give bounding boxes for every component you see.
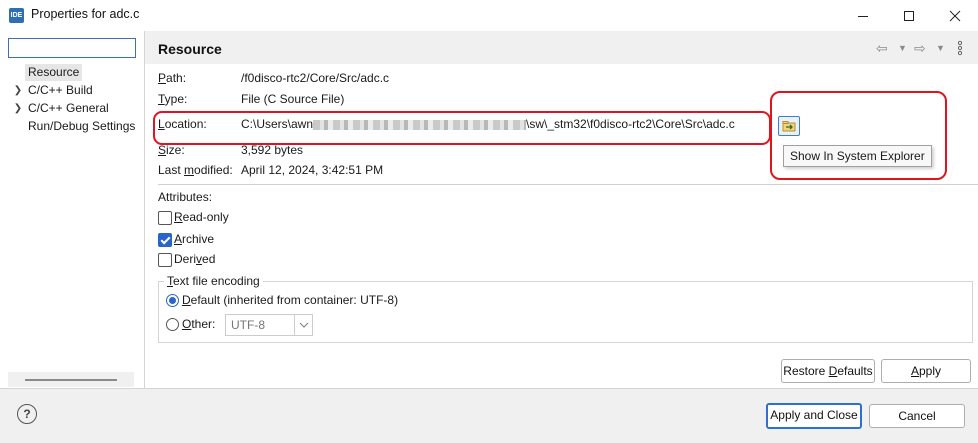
encoding-group-title: Text file encoding xyxy=(164,273,263,289)
derived-label[interactable]: Derived xyxy=(174,251,215,268)
other-encoding-radio[interactable] xyxy=(166,318,179,331)
derived-checkbox[interactable] xyxy=(158,253,172,267)
path-value: /f0disco-rtc2/Core/Src/adc.c xyxy=(241,71,390,85)
close-icon[interactable] xyxy=(932,0,978,31)
category-tree-pane: Resource ❯ C/C++ Build ❯ C/C++ General R… xyxy=(0,31,145,388)
chevron-down-icon[interactable]: ▼ xyxy=(936,40,945,56)
size-label: Size: xyxy=(158,143,185,157)
scrollbar-thumb[interactable] xyxy=(25,379,117,381)
chevron-right-icon[interactable]: ❯ xyxy=(13,100,23,117)
type-value: File (C Source File) xyxy=(241,92,345,106)
minimize-icon[interactable] xyxy=(840,0,886,31)
size-value: 3,592 bytes xyxy=(241,143,304,157)
horizontal-scrollbar[interactable] xyxy=(8,372,134,387)
chevron-right-icon[interactable]: ❯ xyxy=(13,82,23,99)
help-icon[interactable]: ? xyxy=(17,404,37,424)
tree-item-cpp-general[interactable]: C/C++ General xyxy=(28,100,109,117)
show-in-explorer-tooltip: Show In System Explorer xyxy=(783,145,932,167)
tree-item-resource[interactable]: Resource xyxy=(25,64,83,81)
folder-arrow-icon xyxy=(782,121,796,132)
default-encoding-label[interactable]: Default (inherited from container: UTF-8… xyxy=(182,292,398,309)
archive-checkbox[interactable] xyxy=(158,233,172,247)
properties-page: Resource ⇦ ▼ ⇨ ▼ Path: /f0disco-rtc2/Cor… xyxy=(145,31,978,388)
page-header: Resource ⇦ ▼ ⇨ ▼ xyxy=(145,31,978,64)
read-only-label[interactable]: Read-only xyxy=(174,209,229,226)
location-label: Location: xyxy=(158,117,207,131)
last-modified-label: Last modified: xyxy=(158,163,233,177)
cancel-button[interactable]: Cancel xyxy=(869,404,965,428)
separator xyxy=(158,184,978,185)
archive-label[interactable]: Archive xyxy=(174,231,214,248)
chevron-down-icon[interactable] xyxy=(294,315,312,335)
kebab-menu-icon[interactable] xyxy=(956,40,964,56)
last-modified-value: April 12, 2024, 3:42:51 PM xyxy=(241,163,384,177)
show-in-explorer-button[interactable] xyxy=(778,116,800,136)
tree-item-run-debug-settings[interactable]: Run/Debug Settings xyxy=(28,118,135,135)
apply-button[interactable]: Apply xyxy=(881,359,971,383)
apply-and-close-button[interactable]: Apply and Close xyxy=(766,403,862,429)
read-only-checkbox[interactable] xyxy=(158,211,172,225)
tree-item-cpp-build[interactable]: C/C++ Build xyxy=(28,82,93,99)
maximize-icon[interactable] xyxy=(886,0,932,31)
default-encoding-radio[interactable] xyxy=(166,294,179,307)
encoding-select-value: UTF-8 xyxy=(231,318,265,332)
attributes-label: Attributes: xyxy=(158,190,213,204)
path-label: Path: xyxy=(158,71,187,85)
location-value: C:\Users\awn \sw\_stm32\f0disco-rtc2\Core… xyxy=(241,117,735,131)
encoding-select[interactable]: UTF-8 xyxy=(225,314,313,336)
window-title: Properties for adc.c xyxy=(31,7,140,21)
page-title: Resource xyxy=(158,41,222,57)
back-arrow-icon[interactable]: ⇦ xyxy=(876,40,888,56)
chevron-down-icon[interactable]: ▼ xyxy=(898,40,907,56)
filter-input[interactable] xyxy=(8,38,136,58)
title-bar: IDE Properties for adc.c xyxy=(0,0,978,32)
restore-defaults-button[interactable]: Restore Defaults xyxy=(781,359,875,383)
other-encoding-label[interactable]: Other: xyxy=(182,316,215,333)
type-label: Type: xyxy=(158,92,188,106)
forward-arrow-icon[interactable]: ⇨ xyxy=(914,40,926,56)
redacted-text xyxy=(313,119,527,130)
app-icon: IDE xyxy=(9,8,24,23)
